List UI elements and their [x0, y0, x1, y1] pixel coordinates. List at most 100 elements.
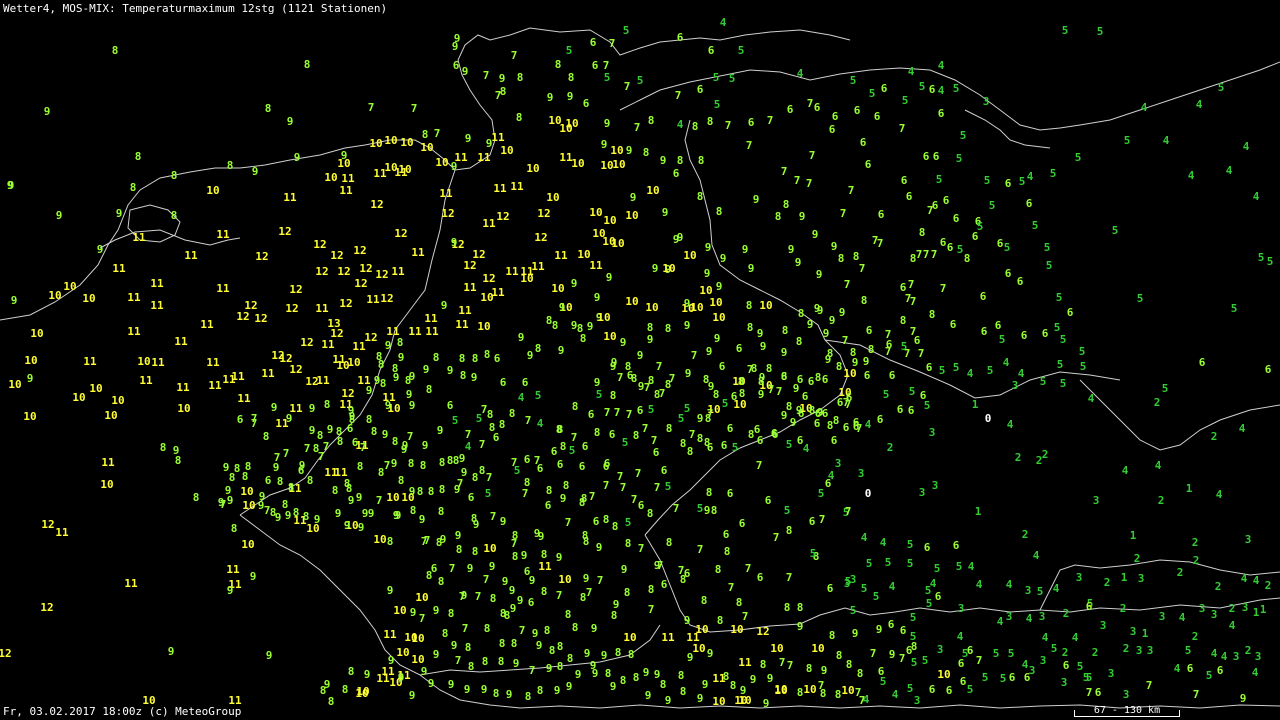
station-value: 11	[237, 392, 251, 405]
station-value: 6	[981, 325, 988, 338]
station-value: 7	[648, 603, 655, 616]
station-value: 6	[958, 657, 965, 670]
station-value: 5	[1218, 81, 1225, 94]
station-value: 9	[571, 319, 578, 332]
station-value: 10	[730, 623, 743, 636]
station-value: 9	[759, 371, 766, 384]
station-value: 8	[479, 464, 486, 477]
station-value: 9	[440, 533, 447, 546]
station-value: 2	[887, 441, 894, 454]
station-value: 5	[729, 72, 736, 85]
station-value: 8	[560, 440, 567, 453]
station-value: 6	[938, 107, 945, 120]
station-value: 8	[572, 621, 579, 634]
station-value: 9	[637, 349, 644, 362]
station-value: 5	[1079, 345, 1086, 358]
station-value: 6	[1187, 662, 1194, 675]
station-value: 3	[1100, 619, 1107, 632]
station-value: 3	[1159, 610, 1166, 623]
station-value: 8	[680, 437, 687, 450]
station-value: 7	[689, 428, 696, 441]
station-value: 9	[829, 314, 836, 327]
station-value: 8	[838, 252, 845, 265]
footer-timestamp: Fr, 03.02.2017 18:00z (c) MeteoGroup	[3, 705, 242, 718]
station-value: 8	[678, 669, 685, 682]
station-value: 5	[1124, 134, 1131, 147]
station-value: 8	[565, 608, 572, 621]
station-value: 7	[483, 573, 490, 586]
station-value: 9	[309, 424, 316, 437]
station-value: 10	[411, 632, 424, 645]
station-value: 6	[638, 499, 645, 512]
station-value: 12	[370, 198, 383, 211]
station-value: 11	[352, 340, 366, 353]
station-value: 7	[220, 498, 227, 511]
station-value: 5	[1080, 360, 1087, 373]
station-value: 5	[911, 656, 918, 669]
station-value: 6	[661, 464, 668, 477]
station-value: 7	[597, 574, 604, 587]
station-value: 3	[1245, 533, 1252, 546]
station-value: 8	[511, 637, 518, 650]
station-value: 8	[829, 629, 836, 642]
station-value: 8	[304, 58, 311, 71]
station-value: 9	[707, 647, 714, 660]
station-value: 6	[809, 515, 816, 528]
station-value: 7	[1193, 688, 1200, 701]
station-value: 11	[150, 299, 164, 312]
station-value: 9	[863, 355, 870, 368]
station-value: 8	[537, 684, 544, 697]
station-value: 3	[1255, 650, 1262, 663]
station-value: 11	[661, 631, 675, 644]
station-value: 5	[722, 397, 729, 410]
station-value: 4	[465, 440, 472, 453]
station-value: 5	[907, 557, 914, 570]
station-value: 8	[610, 389, 617, 402]
station-value: 5	[922, 654, 929, 667]
station-value: 1	[975, 505, 982, 518]
station-value: 6	[697, 83, 704, 96]
station-value: 8	[231, 522, 238, 535]
station-value: 4	[1141, 101, 1148, 114]
station-value: 8	[472, 471, 479, 484]
station-value: 1	[972, 398, 979, 411]
station-value: 4	[803, 442, 810, 455]
station-value: 11	[738, 656, 752, 669]
station-value: 12	[359, 262, 372, 275]
station-value: 9	[852, 627, 859, 640]
station-value: 8	[171, 209, 178, 222]
station-value: 10	[8, 378, 21, 391]
station-value: 11	[216, 282, 230, 295]
station-value: 8	[371, 425, 378, 438]
station-value: 8	[760, 658, 767, 671]
station-value: 11	[425, 325, 439, 338]
station-value: 12	[236, 310, 249, 323]
station-value: 9	[554, 684, 561, 697]
station-value: 11	[208, 379, 222, 392]
station-value: 7	[376, 494, 383, 507]
station-value: 11	[200, 318, 214, 331]
station-value: 7	[525, 414, 532, 427]
station-value: 9	[387, 584, 394, 597]
station-value: 10	[695, 623, 708, 636]
station-value: 4	[976, 578, 983, 591]
station-value: 9	[825, 353, 832, 366]
station-value: 4	[861, 531, 868, 544]
station-value: 3	[1130, 625, 1137, 638]
station-value: 3	[1076, 571, 1083, 584]
station-value: 8	[472, 352, 479, 365]
station-value: 8	[456, 543, 463, 556]
station-value: 2	[1062, 646, 1069, 659]
station-value: 9	[173, 444, 180, 457]
station-value: 9	[168, 645, 175, 658]
station-value: 5	[1057, 358, 1064, 371]
station-value: 3	[1123, 688, 1130, 701]
station-value: 10	[89, 382, 102, 395]
station-value: 8	[846, 658, 853, 671]
station-value: 8	[442, 627, 449, 640]
station-value: 12	[354, 277, 367, 290]
station-value: 8	[716, 205, 723, 218]
station-value: 6	[831, 434, 838, 447]
station-value: 8	[489, 421, 496, 434]
station-value: 9	[506, 688, 513, 701]
